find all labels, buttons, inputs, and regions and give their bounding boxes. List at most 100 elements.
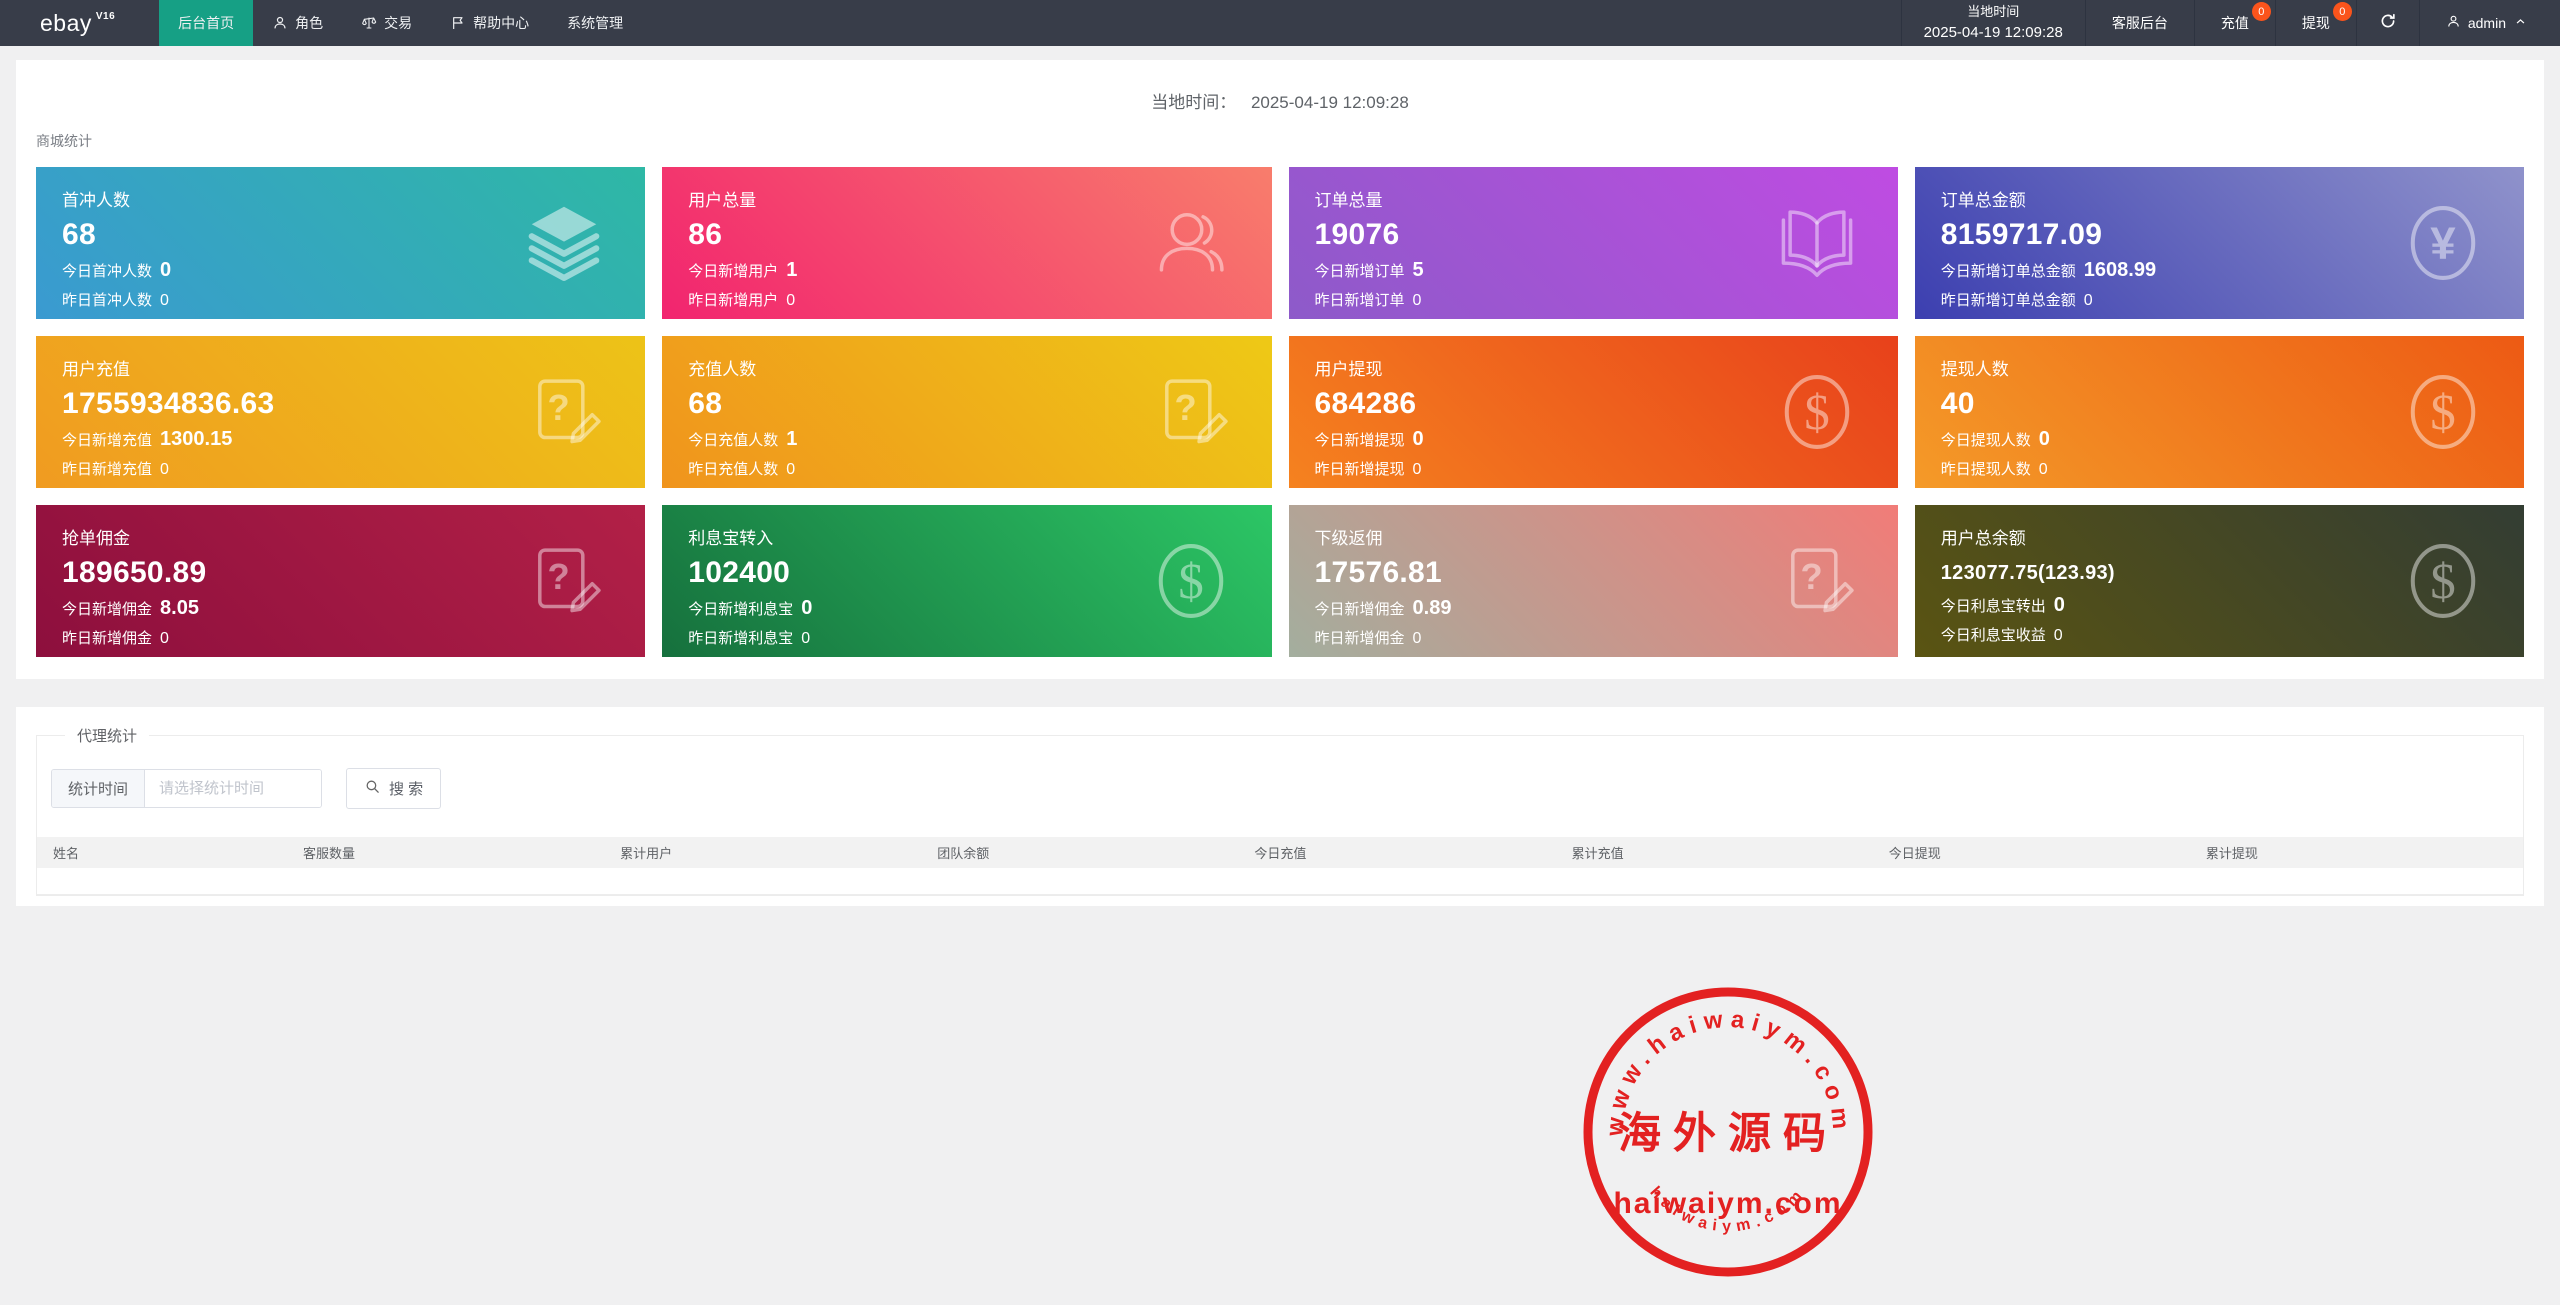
- search-button[interactable]: 搜 索: [346, 768, 441, 809]
- stat-card-today-label: 今日首冲人数: [62, 260, 152, 281]
- agent-stats-box: 代理统计 统计时间 搜 索 姓名客服数量累计用户团队余额今日充值累计充值今日提现…: [36, 725, 2524, 896]
- stat-card-today-label: 今日新增订单: [1315, 260, 1405, 281]
- stat-card-today-value: 8.05: [160, 597, 199, 620]
- stat-time-input-group: 统计时间: [51, 769, 322, 808]
- stat-card-today-label: 今日提现人数: [1941, 429, 2031, 450]
- withdraw-link[interactable]: 提现 0: [2275, 0, 2356, 46]
- table-header-col-1: 姓名: [53, 843, 303, 862]
- stat-card-12: 用户总余额 123077.75(123.93) 今日利息宝转出 0 今日利息宝收…: [1915, 505, 2524, 657]
- stat-card-yesterday-value: 0: [2054, 627, 2063, 645]
- stat-card-today-label: 今日新增充值: [62, 429, 152, 450]
- stat-card-yesterday-label: 昨日新增订单总金额: [1941, 289, 2076, 310]
- svg-text:haiwaiym.com: haiwaiym.com: [1646, 1184, 1809, 1236]
- nav-right: 当地时间 2025-04-19 12:09:28 客服后台 充值 0 提现 0: [1901, 0, 2560, 46]
- stat-card-today-label: 今日新增佣金: [1315, 598, 1405, 619]
- table-header-col-2: 客服数量: [303, 843, 620, 862]
- local-time-label: 当地时间: [1967, 3, 2019, 22]
- book-icon: [1774, 200, 1860, 286]
- stat-card-yesterday-label: 昨日新增佣金: [1315, 627, 1405, 648]
- stamp-center-cn-text: 海外源码: [1618, 1110, 1838, 1158]
- stamp-arc-top-text: www.haiwaiym.com: [1601, 1006, 1854, 1138]
- search-button-label: 搜 索: [389, 778, 423, 799]
- nav-item-3[interactable]: 交易: [342, 0, 431, 46]
- svg-text:$: $: [1804, 384, 1830, 441]
- agent-table-header: 姓名客服数量累计用户团队余额今日充值累计充值今日提现累计提现: [37, 837, 2523, 868]
- stamp-ring: [1588, 992, 1868, 1272]
- mall-stats-title: 商城统计: [36, 131, 2524, 151]
- table-header-col-8: 累计提现: [2206, 843, 2523, 862]
- stat-card-1: 首冲人数 68 今日首冲人数 0 昨日首冲人数 0: [36, 167, 645, 319]
- stamp-arc-bottom-text: haiwaiym.com: [1646, 1184, 1809, 1236]
- logo-version: V16: [96, 11, 115, 22]
- local-time-display: 当地时间 2025-04-19 12:09:28: [1901, 0, 2085, 46]
- stat-card-yesterday-value: 0: [786, 292, 795, 310]
- svg-text:?: ?: [548, 387, 570, 428]
- stat-card-yesterday-value: 0: [2084, 292, 2093, 310]
- doc-edit-icon: ?: [521, 538, 607, 624]
- stat-card-today-value: 0: [801, 597, 812, 620]
- nav-item-1[interactable]: 后台首页: [159, 0, 253, 46]
- stat-card-yesterday-value: 0: [2039, 461, 2048, 479]
- agent-stats-panel: 代理统计 统计时间 搜 索 姓名客服数量累计用户团队余额今日充值累计充值今日提现…: [16, 707, 2544, 906]
- stat-card-11: 下级返佣 17576.81 今日新增佣金 0.89 昨日新增佣金 0 ?: [1289, 505, 1898, 657]
- stat-card-8: 提现人数 40 今日提现人数 0 昨日提现人数 0 $: [1915, 336, 2524, 488]
- local-time-value: 2025-04-19 12:09:28: [1924, 22, 2063, 44]
- stat-time-label: 统计时间: [52, 770, 145, 807]
- dollar-circle-icon: $: [1774, 369, 1860, 455]
- svg-text:$: $: [1178, 553, 1204, 610]
- search-icon: [364, 778, 381, 799]
- agent-stats-title: 代理统计: [65, 725, 149, 746]
- stat-card-yesterday-value: 0: [1413, 292, 1422, 310]
- person-icon: [272, 15, 288, 31]
- recharge-label: 充值: [2221, 13, 2249, 33]
- nav-item-5[interactable]: 系统管理: [548, 0, 642, 46]
- chevron-up-icon: [2513, 14, 2528, 32]
- watermark-stamp: www.haiwaiym.com 海外源码 haiwaiym.com haiwa…: [1578, 982, 1878, 1282]
- username: admin: [2468, 15, 2506, 31]
- refresh-icon: [2379, 12, 2397, 35]
- nav-item-4[interactable]: 帮助中心: [431, 0, 548, 46]
- stat-card-today-label: 今日新增用户: [688, 260, 778, 281]
- refresh-button[interactable]: [2356, 0, 2419, 46]
- app-logo[interactable]: ebay V16: [0, 0, 159, 46]
- user-icon: [2446, 14, 2461, 32]
- withdraw-badge: 0: [2333, 2, 2352, 21]
- stat-card-yesterday-label: 昨日提现人数: [1941, 458, 2031, 479]
- stat-card-yesterday-label: 昨日首冲人数: [62, 289, 152, 310]
- agent-filter-row: 统计时间 搜 索: [51, 768, 2523, 809]
- stat-card-yesterday-label: 昨日充值人数: [688, 458, 778, 479]
- stat-card-yesterday-label: 昨日新增提现: [1315, 458, 1405, 479]
- stat-time-input[interactable]: [145, 770, 321, 807]
- support-backend-link[interactable]: 客服后台: [2085, 0, 2194, 46]
- stat-card-today-value: 0: [2054, 594, 2065, 617]
- stat-card-today-label: 今日新增佣金: [62, 598, 152, 619]
- stat-card-7: 用户提现 684286 今日新增提现 0 昨日新增提现 0 $: [1289, 336, 1898, 488]
- dollar-circle-icon: $: [2400, 538, 2486, 624]
- svg-text:?: ?: [1800, 556, 1822, 597]
- svg-text:www.haiwaiym.com: www.haiwaiym.com: [1601, 1006, 1854, 1138]
- doc-edit-icon: ?: [1774, 538, 1860, 624]
- stat-card-today-value: 1608.99: [2084, 259, 2156, 282]
- stat-card-yesterday-label: 昨日新增利息宝: [688, 627, 793, 648]
- recharge-link[interactable]: 充值 0: [2194, 0, 2275, 46]
- svg-text:¥: ¥: [2430, 218, 2456, 269]
- svg-text:?: ?: [1174, 387, 1196, 428]
- yen-circle-icon: ¥: [2400, 200, 2486, 286]
- user-menu[interactable]: admin: [2419, 0, 2560, 46]
- stat-card-today-value: 0: [1413, 428, 1424, 451]
- table-header-col-3: 累计用户: [620, 843, 937, 862]
- stat-card-yesterday-value: 0: [786, 461, 795, 479]
- svg-text:?: ?: [548, 556, 570, 597]
- stat-card-yesterday-value: 0: [160, 292, 169, 310]
- nav-item-2[interactable]: 角色: [253, 0, 342, 46]
- table-header-col-6: 累计充值: [1572, 843, 1889, 862]
- stat-card-today-value: 1300.15: [160, 428, 232, 451]
- support-backend-label: 客服后台: [2112, 13, 2168, 33]
- stat-card-yesterday-label: 昨日新增佣金: [62, 627, 152, 648]
- stat-card-yesterday-label: 昨日新增充值: [62, 458, 152, 479]
- stat-card-today-label: 今日充值人数: [688, 429, 778, 450]
- svg-text:$: $: [2430, 553, 2456, 610]
- stat-card-today-value: 0.89: [1413, 597, 1452, 620]
- stat-card-yesterday-value: 0: [1413, 630, 1422, 648]
- table-header-col-5: 今日充值: [1254, 843, 1571, 862]
